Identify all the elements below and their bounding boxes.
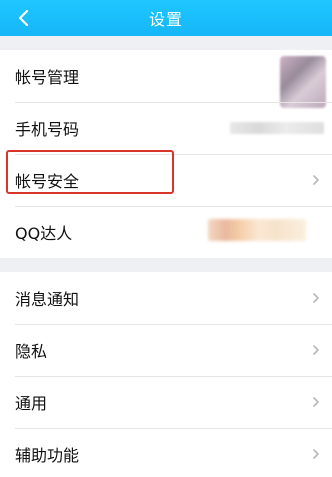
header-bar: 设置 [0,0,332,36]
avatar-blurred [280,56,326,108]
general-label: 通用 [15,394,48,413]
account-security-row[interactable]: 帐号安全 [0,154,332,206]
accessibility-row[interactable]: 辅助功能 [0,428,332,477]
chevron-right-icon [310,291,322,305]
chevron-right-icon [310,173,322,187]
section-gap [0,258,332,272]
account-section: 帐号管理 手机号码 帐号安全 QQ达人 [0,50,332,258]
chevron-right-icon [310,395,322,409]
chevron-right-icon [310,447,322,461]
page-title: 设置 [148,10,183,29]
accessibility-label: 辅助功能 [15,446,80,465]
notifications-row[interactable]: 消息通知 [0,272,332,324]
account-management-label: 帐号管理 [15,68,80,87]
account-security-label: 帐号安全 [15,172,80,191]
section-gap [0,36,332,50]
blurred-phone-number [230,122,324,134]
privacy-row[interactable]: 隐私 [0,324,332,376]
account-management-row[interactable]: 帐号管理 [0,50,332,108]
general-row[interactable]: 通用 [0,376,332,428]
general-section: 消息通知 隐私 通用 辅助功能 [0,272,332,477]
settings-screen: 设置 帐号管理 手机号码 帐号安全 QQ达人 消息通知 隐私 通用 辅助功能 [0,0,332,477]
back-button[interactable] [10,5,36,31]
blurred-badge [208,219,306,241]
phone-number-row[interactable]: 手机号码 [0,102,332,154]
back-chevron-icon [18,9,29,27]
notifications-label: 消息通知 [15,290,80,309]
privacy-label: 隐私 [15,342,48,361]
chevron-right-icon [310,343,322,357]
qq-expert-row[interactable]: QQ达人 [0,206,332,258]
